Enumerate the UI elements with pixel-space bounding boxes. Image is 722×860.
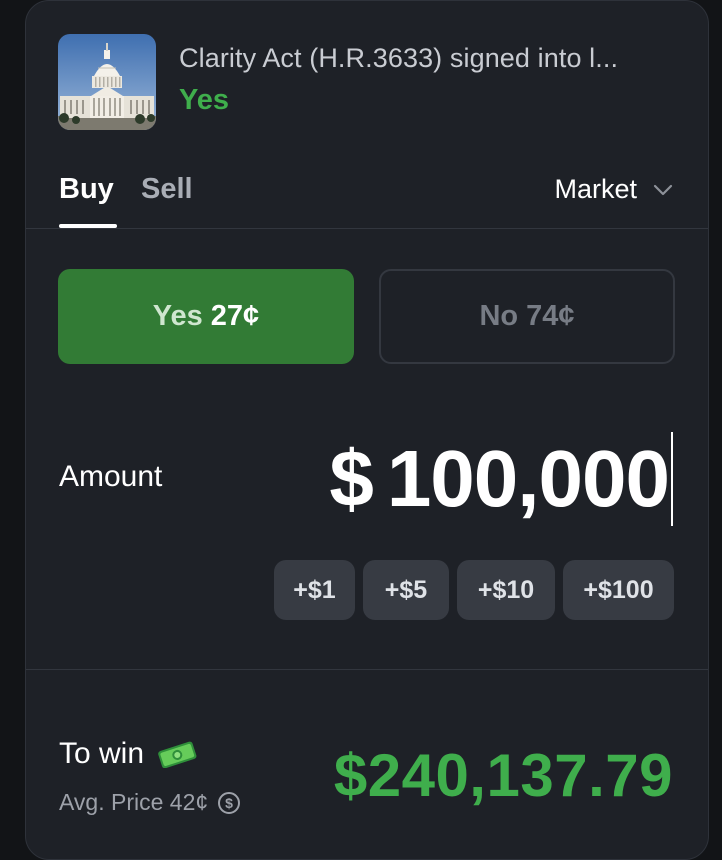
quick-add-10-button[interactable]: +$10 (457, 560, 555, 620)
no-label: No (479, 300, 519, 332)
yes-label: Yes (152, 300, 203, 332)
avg-price-row: Avg. Price 42¢ $ (59, 789, 241, 816)
amount-label: Amount (59, 460, 163, 493)
dollar-info-icon[interactable]: $ (217, 791, 241, 815)
order-type-dropdown[interactable]: Market (554, 174, 673, 205)
svg-text:$: $ (225, 795, 233, 811)
active-tab-indicator (59, 224, 117, 228)
amount-currency: $ (329, 434, 373, 523)
market-header: Clarity Act (H.R.3633) signed into l... … (58, 34, 678, 132)
market-title[interactable]: Clarity Act (H.R.3633) signed into l... (179, 43, 618, 74)
to-win-label: To win (59, 737, 145, 770)
market-thumbnail (58, 34, 156, 130)
payout-value: $240,137.79 (334, 741, 673, 810)
no-price: 74¢ (526, 300, 575, 332)
no-outcome-button[interactable]: No 74¢ (379, 269, 675, 364)
yes-price: 27¢ (210, 300, 260, 332)
quick-add-1-button[interactable]: +$1 (274, 560, 355, 620)
amount-input[interactable]: $ 100,000 (329, 432, 673, 526)
trade-tabs: Buy Sell Market (26, 161, 708, 229)
order-type-label: Market (554, 174, 637, 204)
tab-buy[interactable]: Buy (59, 173, 114, 206)
selected-outcome-label: Yes (179, 84, 229, 116)
money-icon (158, 741, 197, 768)
quick-add-100-button[interactable]: +$100 (563, 560, 674, 620)
capitol-building-image (58, 34, 156, 130)
quick-add-5-button[interactable]: +$5 (363, 560, 449, 620)
to-win-row: To win (59, 737, 198, 771)
payout-currency: $ (333, 742, 368, 809)
payout-amount: 240,137.79 (367, 742, 673, 809)
tab-sell[interactable]: Sell (141, 173, 193, 206)
trade-panel: Clarity Act (H.R.3633) signed into l... … (25, 0, 709, 860)
amount-value: 100,000 (386, 434, 670, 523)
yes-outcome-button[interactable]: Yes 27¢ (58, 269, 354, 364)
avg-price-label: Avg. Price 42¢ (59, 789, 209, 815)
chevron-down-icon (653, 184, 673, 195)
text-caret (671, 432, 673, 526)
section-divider (26, 669, 708, 670)
